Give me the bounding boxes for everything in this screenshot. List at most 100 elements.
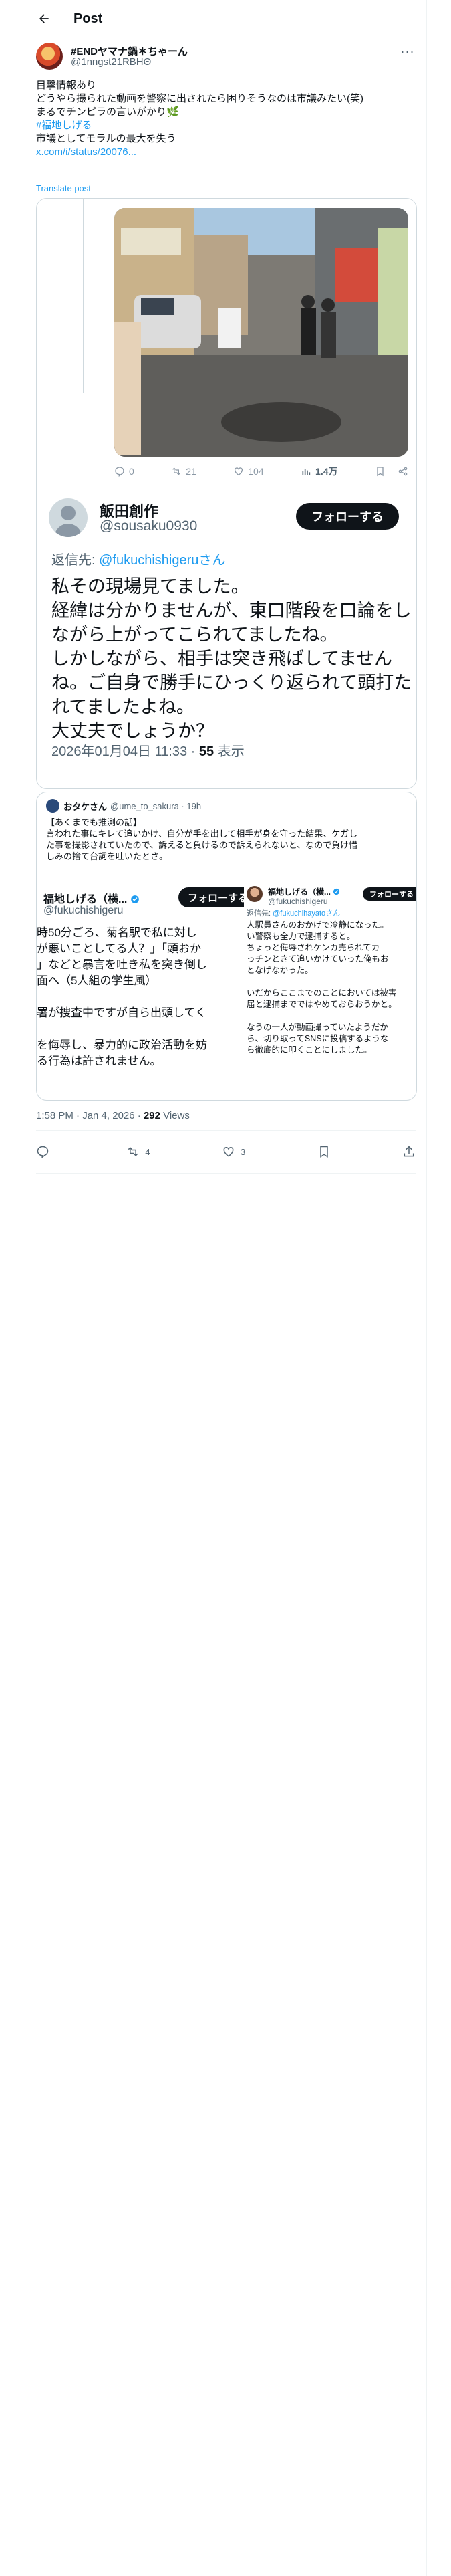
hashtag-link[interactable]: #福地しげる [36,119,410,132]
thread-line [83,199,84,393]
page: Post #ENDヤマナ鍋＊ちゃーん @1nngst21RBHΘ ··· 目撃情… [0,0,451,2576]
like-count: 104 [233,466,264,477]
tweet-line: 目撃情報あり [36,80,97,91]
reply-line: ね。ご自身で勝手にひっくり返られて頭打た [51,673,412,693]
street-photo [114,208,408,457]
replying-prefix: 返信先: [51,553,100,568]
share-button[interactable] [402,1145,416,1158]
embedded-left-line: を侮辱し、暴力的に政治活動を妨 [37,1039,207,1051]
status-link[interactable]: x.com/i/status/20076... [36,146,410,159]
translate-post-link[interactable]: Translate post [36,183,91,193]
reply-button[interactable] [36,1145,55,1158]
screenshot-action-bar: 0 21 104 1.4万 [114,463,408,479]
views-count-text: 1.4万 [315,466,338,477]
author-row: #ENDヤマナ鍋＊ちゃーん @1nngst21RBHΘ ··· [36,41,416,71]
embedded-left-line: る行為は許されません。 [37,1055,162,1067]
reply-icon [115,467,124,477]
embedded-left-handle: @fukuchishigeru [43,905,124,916]
more-options-icon[interactable]: ··· [400,45,416,60]
embedded-right-replying-handle: @fukuchihayatoさん [273,909,341,918]
embedded-left-line: 面へ（5人組の学生風） [37,974,157,987]
retweet-count: 21 [171,466,196,477]
reply-line: 私その現場見てました。 [51,576,249,597]
verified-icon [333,888,340,895]
retweet-count-text: 21 [186,466,196,477]
page-title: Post [73,11,103,26]
screenshot2-text: 【あくまでも推測の話】 言われた事にキレて追いかけ、自分が手を出して相手が身を守… [46,817,407,862]
reply-author-handle: @sousaku0930 [100,518,198,534]
reply-line: ながら上がってこられてましたね。 [51,625,338,645]
screenshot-reply-post: 0 21 104 1.4万 飯田創作 @sousaku0930 フォローする 返… [37,199,416,759]
embedded-left-line [37,989,244,1005]
actions-divider [36,1173,416,1174]
bookmark-button[interactable] [317,1145,331,1158]
author-handle[interactable]: @1nngst21RBHΘ [71,56,151,68]
views-count: 292 [143,1110,160,1121]
bookmark-share [375,466,408,477]
share-icon [404,1146,414,1157]
embedded-left-name: 福地しげる（横... [43,890,140,906]
screenshot2-name: おタケさん [63,801,108,812]
heart-icon [223,1146,234,1157]
embedded-right-line: いだからここまでのことにおいては被害 [247,988,397,998]
reply-author-avatar [49,498,88,537]
screenshot2-line: た事を撮影されていたので、訴えると負けるので訴えられないと、なので負け惜 [46,840,358,850]
embedded-left-follow: フォローする [178,887,244,907]
tweet-line: 市議としてモラルの最大を失う [36,133,176,144]
author-avatar[interactable] [36,43,63,70]
embedded-left-line: 」などと暴言を吐き私を突き倒し [37,958,207,971]
screenshot2-line: 【あくまでも推測の話】 [46,817,142,827]
back-arrow-icon [39,14,49,23]
reply-line: れてましたよね。 [51,697,194,717]
share-icon [398,467,408,476]
like-button[interactable]: 3 [222,1145,245,1158]
reply-line: 大丈夫でしょうか？ [51,721,214,741]
embedded-post-left: 福地しげる（横... @fukuchishigeru フォローする 時50分ごろ… [37,878,244,1100]
embedded-right-line: 届と逮捕までではやめておらおうかと。 [247,1000,397,1009]
views-label: Views [160,1110,190,1121]
replying-to-handle: @fukuchishigeruさん [99,553,226,568]
attached-image-1[interactable]: 0 21 104 1.4万 飯田創作 @sousaku0930 フォローする 返… [36,198,417,789]
action-bar: 4 3 [36,1136,416,1168]
embedded-right-line: ら徹底的に叩くことにしました。 [247,1045,372,1055]
embedded-right-line: となげなかった。 [247,966,313,975]
screenshot2-line: 言われた事にキレて追いかけ、自分が手を出して相手が身を守った結果、ケガし [46,829,358,839]
embedded-right-line [247,976,416,988]
attached-image-2[interactable]: おタケさん @ume_to_sakura · 19h 【あくまでも推測の話】 言… [36,792,417,1101]
embedded-right-name: 福地しげる（横... [268,886,340,897]
meta-divider [36,1130,416,1131]
verified-icon [130,895,139,903]
embedded-right-text: 人駅員さんのおかげで冷静になった。 い警察も全力で逮捕すると。 ちょっと侮辱され… [247,920,416,1056]
back-button[interactable] [31,5,57,32]
screenshot2-handle: @ume_to_sakura · 19h [110,800,202,811]
screenshot2-line: しみの捨て台詞を吐いたとさ。 [46,851,168,861]
post-time[interactable]: 1:58 PM · Jan 4, 2026 · [36,1110,144,1121]
reply-icon [37,1146,49,1158]
retweet-icon [128,1147,138,1156]
embedded-right-follow: フォローする [363,887,416,901]
reply-views-count: 55 [198,744,214,759]
heart-icon [235,467,243,476]
tweet-line: どうやら撮られた動画を警察に出されたら困りそうなのは市議みたい(笑) [36,93,363,104]
views-count: 1.4万 [301,465,338,478]
reply-count: 0 [114,466,134,477]
retweet-button[interactable]: 4 [126,1145,150,1158]
replying-to: 返信先: @fukuchishigeruさん [51,549,225,568]
embedded-left-line: が悪いことしてる人？」「頭おか [37,942,201,955]
embedded-right-name-text: 福地しげる（横... [268,887,331,897]
default-avatar-icon [54,506,82,537]
top-bar: Post [25,0,426,37]
screenshot2-avatar [46,799,59,813]
embedded-left-text: 時50分ごろ、菊名駅で私に対し が悪いことしてる人？」「頭おか 」などと暴言を吐… [37,925,244,1069]
views-chart-icon [302,469,311,475]
post-meta: 1:58 PM · Jan 4, 2026 · 292 Views [36,1110,190,1121]
reply-count-text: 0 [129,466,134,477]
reply-meta: 2026年01月04日 11:33 · 55 表示 [51,740,245,760]
embedded-right-replying: 返信先: @fukuchihayatoさん [247,907,340,918]
embedded-right-replying-prefix: 返信先: [247,909,273,918]
reply-date: 2026年01月04日 11:33 · [51,744,199,759]
embedded-left-line: 時50分ごろ、菊名駅で私に対し [37,926,197,939]
post-column: Post #ENDヤマナ鍋＊ちゃーん @1nngst21RBHΘ ··· 目撃情… [25,0,427,2576]
like-count: 3 [240,1146,246,1157]
embedded-right-line: い警察も全力で逮捕すると。 [247,932,355,941]
